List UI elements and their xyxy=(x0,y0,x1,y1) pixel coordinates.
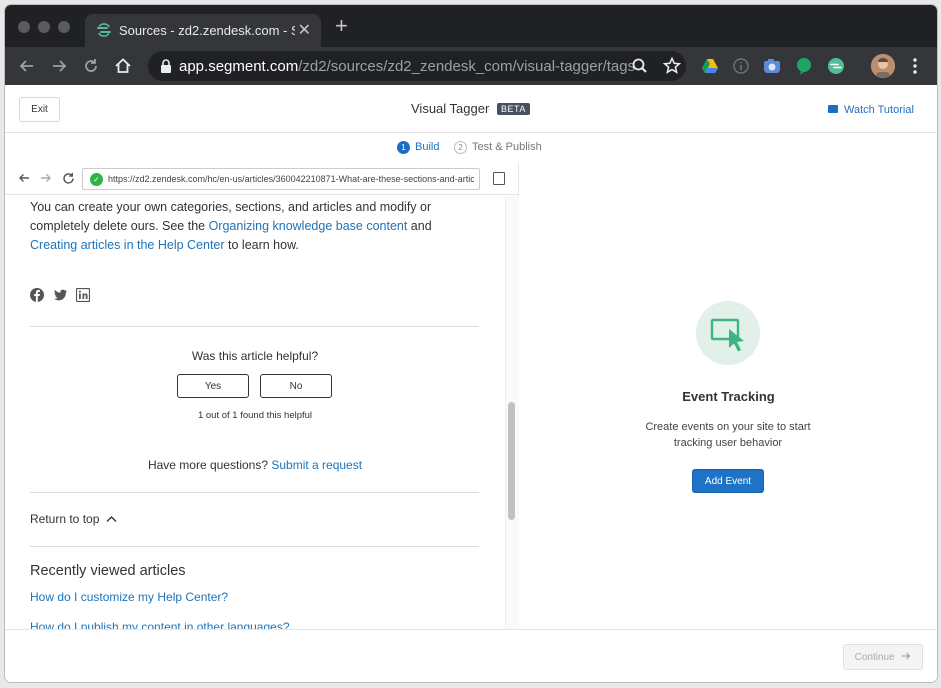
creating-articles-link[interactable]: Creating articles in the Help Center xyxy=(30,238,225,252)
organizing-content-link[interactable]: Organizing knowledge base content xyxy=(209,219,408,233)
bookmark-star-icon[interactable] xyxy=(662,56,682,76)
back-arrow-icon[interactable] xyxy=(17,56,37,76)
info-extension-icon[interactable] xyxy=(732,57,750,75)
facebook-icon[interactable] xyxy=(30,288,44,302)
segment-extension-icon[interactable] xyxy=(827,57,845,75)
profile-photo-icon xyxy=(871,54,895,78)
preview-forward-icon[interactable] xyxy=(40,172,52,184)
event-tracking-illustration xyxy=(696,301,760,365)
avatar[interactable] xyxy=(871,54,895,78)
event-tracking-panel: Event Tracking Create events on your sit… xyxy=(520,163,937,629)
cursor-click-icon xyxy=(710,318,744,352)
return-to-top-label: Return to top xyxy=(30,512,100,526)
url-path: /zd2/sources/zd2_zendesk_com/visual-tagg… xyxy=(298,58,636,75)
add-event-button[interactable]: Add Event xyxy=(692,469,764,493)
return-to-top-link[interactable]: Return to top xyxy=(30,512,117,526)
helpful-question: Was this article helpful? xyxy=(191,349,319,363)
reload-icon[interactable] xyxy=(81,56,101,76)
linkedin-icon[interactable] xyxy=(76,288,90,302)
preview-viewport: You can create your own categories, sect… xyxy=(5,196,519,629)
more-questions: Have more questions? Submit a request xyxy=(5,458,505,472)
preview-reload-icon[interactable] xyxy=(62,172,75,185)
article-paragraph: You can create your own categories, sect… xyxy=(30,198,480,255)
page-preview-pane: ✓ https://zd2.zendesk.com/hc/en-us/artic… xyxy=(5,163,519,629)
preview-url-text: https://zd2.zendesk.com/hc/en-us/article… xyxy=(108,174,474,184)
forward-arrow-icon[interactable] xyxy=(49,56,69,76)
open-external-icon[interactable] xyxy=(493,172,505,185)
watch-tutorial-link[interactable]: Watch Tutorial xyxy=(828,104,914,116)
zoom-icon[interactable] xyxy=(630,56,650,76)
home-icon[interactable] xyxy=(113,56,133,76)
minimize-window-button[interactable] xyxy=(38,21,50,33)
divider xyxy=(30,492,479,493)
exit-button[interactable]: Exit xyxy=(19,97,60,122)
submit-request-link[interactable]: Submit a request xyxy=(271,458,362,472)
watch-tutorial-label: Watch Tutorial xyxy=(844,104,914,116)
screenshot-camera-icon[interactable] xyxy=(763,57,781,75)
tab-bar: Sources - zd2.zendesk.com - Segment ✕ + xyxy=(5,5,937,47)
recent-article-link[interactable]: How do I publish my content in other lan… xyxy=(30,620,290,629)
continue-label: Continue xyxy=(854,651,895,663)
segment-logo-icon xyxy=(97,23,111,37)
preview-back-icon[interactable] xyxy=(18,172,30,184)
more-menu-icon[interactable] xyxy=(905,56,925,76)
step-number: 1 xyxy=(397,141,410,154)
para-text: and xyxy=(407,219,432,233)
chevron-up-icon xyxy=(106,516,117,522)
tab-title: Sources - zd2.zendesk.com - Segment xyxy=(119,23,295,38)
recent-article-link[interactable]: How do I customize my Help Center? xyxy=(30,590,228,604)
secure-check-icon: ✓ xyxy=(90,173,103,186)
more-questions-text: Have more questions? xyxy=(147,458,272,472)
video-icon xyxy=(828,105,838,113)
tab-close-icon[interactable]: ✕ xyxy=(298,20,311,40)
preview-url-input[interactable]: ✓ https://zd2.zendesk.com/hc/en-us/artic… xyxy=(82,168,480,190)
step-label: Test & Publish xyxy=(472,141,542,153)
lock-icon xyxy=(161,59,171,73)
app-header: Exit Visual Tagger BETA Watch Tutorial xyxy=(5,85,937,133)
google-drive-icon[interactable] xyxy=(701,57,719,75)
maximize-window-button[interactable] xyxy=(58,21,70,33)
helpful-count: 1 out of 1 found this helpful xyxy=(197,410,313,421)
twitter-icon[interactable] xyxy=(53,288,67,302)
app-footer: Continue xyxy=(5,629,937,682)
divider xyxy=(30,546,479,547)
new-tab-button[interactable]: + xyxy=(335,15,348,37)
browser-window: Sources - zd2.zendesk.com - Segment ✕ + … xyxy=(5,5,937,682)
no-button[interactable]: No xyxy=(260,374,332,398)
yes-button[interactable]: Yes xyxy=(177,374,249,398)
step-label: Build xyxy=(415,141,440,153)
arrow-right-icon xyxy=(901,652,911,659)
step-indicator: 1 Build 2 Test & Publish xyxy=(5,133,937,163)
browser-toolbar: app.segment.com/zd2/sources/zd2_zendesk_… xyxy=(5,47,937,85)
beta-badge: BETA xyxy=(497,103,530,115)
para-text: to learn how. xyxy=(224,238,299,252)
recently-viewed-heading: Recently viewed articles xyxy=(30,563,186,579)
preview-nav-bar: ✓ https://zd2.zendesk.com/hc/en-us/artic… xyxy=(5,163,519,195)
address-bar[interactable]: app.segment.com/zd2/sources/zd2_zendesk_… xyxy=(148,51,686,81)
page-title: Visual Tagger xyxy=(411,101,490,116)
step-number: 2 xyxy=(454,141,467,154)
continue-button[interactable]: Continue xyxy=(843,644,923,670)
divider xyxy=(30,326,479,327)
step-test-publish[interactable]: 2 Test & Publish xyxy=(454,141,542,154)
close-window-button[interactable] xyxy=(18,21,30,33)
browser-tab[interactable]: Sources - zd2.zendesk.com - Segment ✕ xyxy=(85,14,321,47)
event-tracking-description: Create events on your site to start trac… xyxy=(645,421,811,449)
preview-scrollbar-thumb[interactable] xyxy=(508,402,515,520)
chat-bubble-extension-icon[interactable] xyxy=(795,57,813,75)
url-host: app.segment.com xyxy=(179,58,299,75)
step-build[interactable]: 1 Build xyxy=(397,141,439,154)
event-tracking-title: Event Tracking xyxy=(682,389,775,404)
url-text: app.segment.com/zd2/sources/zd2_zendesk_… xyxy=(179,58,635,75)
